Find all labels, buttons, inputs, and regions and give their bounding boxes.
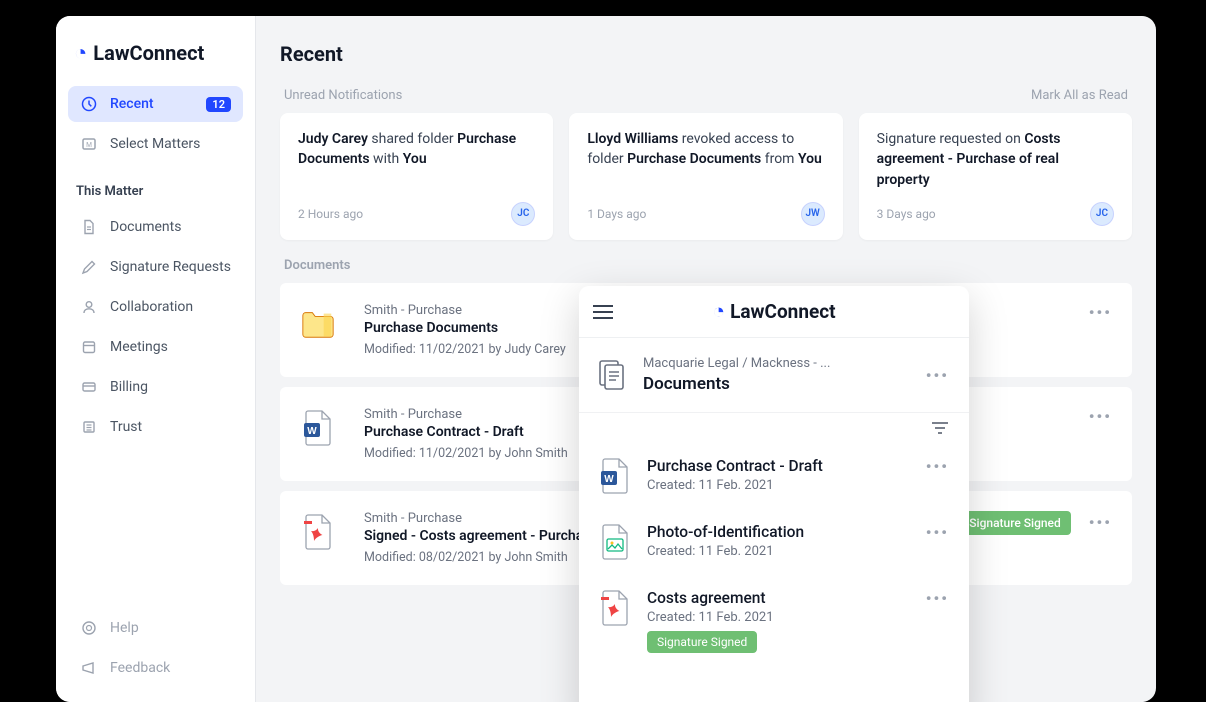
feedback-icon: [80, 659, 98, 677]
notifications-heading: Unread Notifications: [284, 88, 402, 103]
nav-label: Help: [110, 620, 139, 636]
hamburger-menu-icon[interactable]: [593, 305, 613, 319]
mobile-item-title: Costs agreement: [647, 589, 910, 607]
mobile-item-meta: Created: 11 Feb. 2021: [647, 478, 910, 493]
row-more-icon[interactable]: •••: [1089, 303, 1112, 322]
notification-card[interactable]: Signature requested on Costs agreement -…: [859, 113, 1132, 240]
app-logo: ◔ LawConnect: [68, 40, 243, 86]
avatar: JC: [511, 202, 535, 226]
card-icon: [80, 378, 98, 396]
mobile-item-more-icon[interactable]: •••: [926, 589, 949, 608]
file-icon: [599, 523, 631, 561]
mobile-list-item[interactable]: Costs agreement Created: 11 Feb. 2021 Sign…: [579, 575, 969, 667]
documents-icon: [599, 360, 625, 390]
mobile-header-more-icon[interactable]: •••: [926, 366, 949, 385]
sidebar-item-signature-requests[interactable]: Signature Requests: [68, 249, 243, 285]
notification-text: Signature requested on Costs agreement -…: [877, 129, 1114, 190]
nav-label: Signature Requests: [110, 259, 231, 275]
file-icon: W: [300, 407, 336, 449]
mobile-item-title: Photo-of-Identification: [647, 523, 910, 541]
mobile-logo: ◔ LawConnect: [712, 300, 835, 324]
mobile-breadcrumb: Macquarie Legal / Mackness - ...: [643, 356, 830, 371]
documents-heading: Documents: [284, 258, 1132, 273]
sidebar-item-help[interactable]: Help: [68, 610, 243, 646]
page-title: Recent: [280, 42, 1132, 66]
mobile-item-more-icon[interactable]: •••: [926, 523, 949, 542]
file-icon: W: [599, 457, 631, 495]
app-name: LawConnect: [93, 41, 204, 65]
sidebar: ◔ LawConnect Recent 12 M Select Matters Thi…: [56, 16, 256, 702]
nav-label: Trust: [110, 419, 142, 435]
file-icon: [300, 511, 336, 553]
svg-text:W: W: [604, 474, 614, 485]
mobile-item-meta: Created: 11 Feb. 2021: [647, 610, 910, 625]
mobile-title: Documents: [643, 374, 830, 394]
svg-text:M: M: [86, 142, 92, 149]
avatar: JW: [801, 202, 825, 226]
mobile-item-title: Purchase Contract - Draft: [647, 457, 910, 475]
notification-text: Judy Carey shared folder Purchase Docume…: [298, 129, 535, 170]
mobile-list-item[interactable]: Photo-of-Identification Created: 11 Feb. …: [579, 509, 969, 575]
nav-label: Select Matters: [110, 136, 200, 152]
calendar-icon: [80, 338, 98, 356]
sidebar-item-select-matters[interactable]: M Select Matters: [68, 126, 243, 162]
notification-card[interactable]: Lloyd Williams revoked access to folder …: [569, 113, 842, 240]
nav-label: Collaboration: [110, 299, 193, 315]
row-more-icon[interactable]: •••: [1089, 407, 1112, 426]
notification-time: 3 Days ago: [877, 207, 936, 221]
mark-all-read-button[interactable]: Mark All as Read: [1031, 88, 1128, 103]
notification-text: Lloyd Williams revoked access to folder …: [587, 129, 824, 170]
notification-time: 2 Hours ago: [298, 207, 363, 221]
notification-time: 1 Days ago: [587, 207, 646, 221]
nav-label: Feedback: [110, 660, 170, 676]
person-icon: [80, 298, 98, 316]
sidebar-item-meetings[interactable]: Meetings: [68, 329, 243, 365]
mobile-preview: ◔ LawConnect Macquarie Legal / Mackness …: [579, 286, 969, 702]
mobile-list-item[interactable]: W Purchase Contract - Draft Created: 11 Fe…: [579, 443, 969, 509]
sidebar-item-feedback[interactable]: Feedback: [68, 650, 243, 686]
sidebar-item-trust[interactable]: Trust: [68, 409, 243, 445]
pen-icon: [80, 258, 98, 276]
nav-label: Recent: [110, 96, 154, 112]
sidebar-item-collaboration[interactable]: Collaboration: [68, 289, 243, 325]
logo-mark-icon: ◔: [74, 40, 87, 66]
sidebar-section-label: This Matter: [68, 166, 243, 209]
bank-icon: [80, 418, 98, 436]
sidebar-item-recent[interactable]: Recent 12: [68, 86, 243, 122]
nav-label: Documents: [110, 219, 181, 235]
document-icon: [80, 218, 98, 236]
clock-icon: [80, 95, 98, 113]
sidebar-item-documents[interactable]: Documents: [68, 209, 243, 245]
help-icon: [80, 619, 98, 637]
sidebar-item-billing[interactable]: Billing: [68, 369, 243, 405]
mobile-item-more-icon[interactable]: •••: [926, 457, 949, 476]
mobile-item-meta: Created: 11 Feb. 2021: [647, 544, 910, 559]
status-badge: Signature Signed: [959, 511, 1070, 535]
nav-label: Meetings: [110, 339, 168, 355]
svg-text:W: W: [307, 426, 317, 437]
row-more-icon[interactable]: •••: [1089, 513, 1112, 532]
file-icon: [599, 589, 631, 627]
nav-badge: 12: [206, 97, 231, 112]
notification-card[interactable]: Judy Carey shared folder Purchase Docume…: [280, 113, 553, 240]
status-badge: Signature Signed: [647, 631, 757, 653]
file-icon: [300, 303, 336, 345]
nav-label: Billing: [110, 379, 148, 395]
matter-icon: M: [80, 135, 98, 153]
avatar: JC: [1090, 202, 1114, 226]
filter-icon[interactable]: [931, 421, 949, 435]
logo-mark-icon: ◔: [712, 300, 725, 324]
